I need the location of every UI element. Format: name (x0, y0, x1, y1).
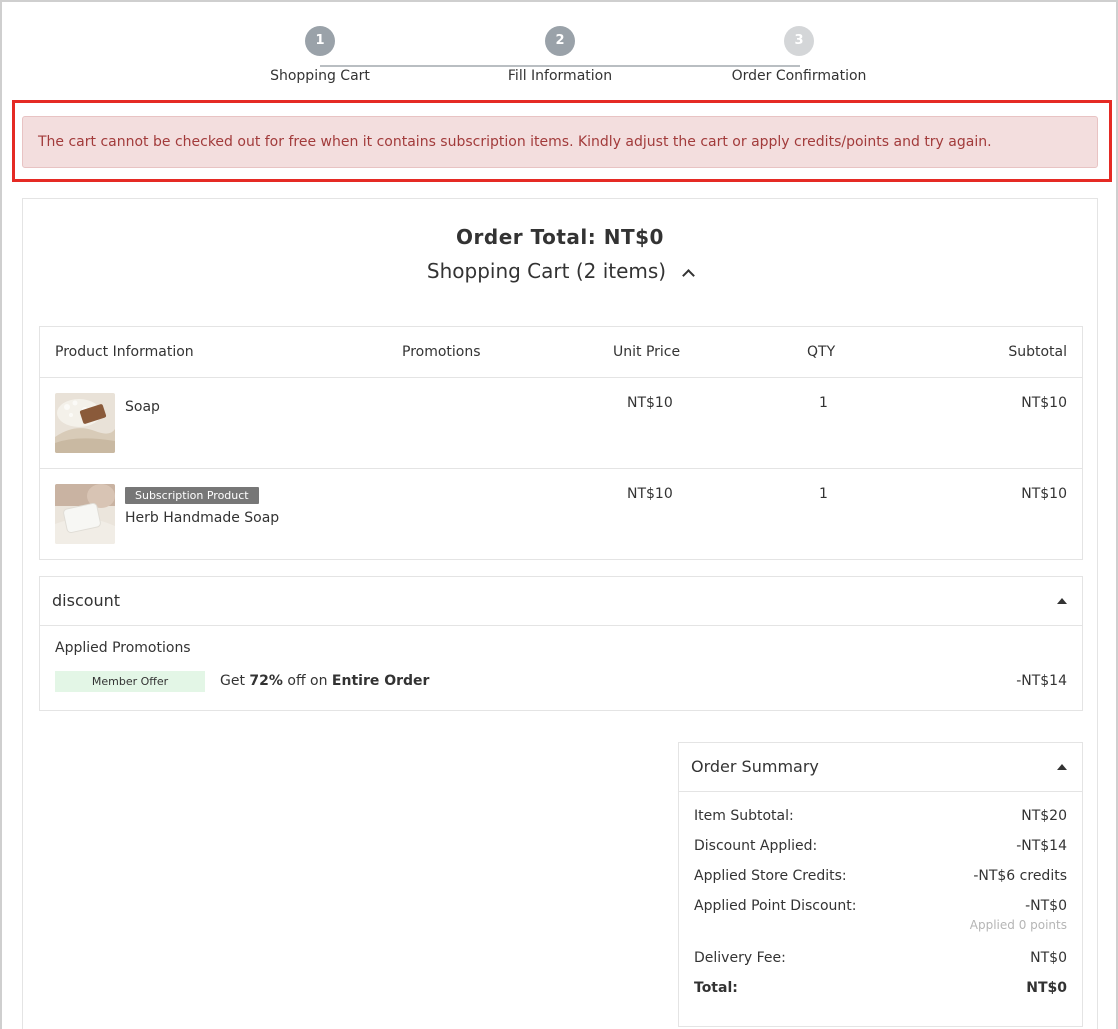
product-name[interactable]: Soap (125, 399, 160, 415)
column-header-qty: QTY (807, 344, 836, 360)
summary-row-discount: Discount Applied: -NT$14 (694, 838, 1067, 854)
summary-value: -NT$6 credits (973, 868, 1067, 884)
summary-value: -NT$14 (1016, 838, 1067, 854)
summary-row-delivery-fee: Delivery Fee: NT$0 (694, 950, 1067, 966)
table-row: Soap NT$10 1 NT$10 (40, 378, 1082, 469)
checkout-error-alert: The cart cannot be checked out for free … (22, 116, 1098, 168)
product-image-soap[interactable] (55, 393, 115, 453)
member-offer-badge: Member Offer (55, 671, 205, 692)
product-image-herb-soap[interactable] (55, 484, 115, 544)
order-summary: Order Summary Item Subtotal: NT$20 Disco… (678, 742, 1083, 1027)
summary-row-store-credits: Applied Store Credits: -NT$6 credits (694, 868, 1067, 884)
column-header-product: Product Information (55, 344, 194, 360)
step-number: 3 (784, 26, 814, 56)
column-header-unit-price: Unit Price (613, 344, 681, 360)
applied-points-note: Applied 0 points (969, 918, 1067, 932)
promotion-text: off on (282, 673, 332, 689)
cart-title: Shopping Cart (2 items) (426, 259, 667, 283)
order-total: Order Total: NT$0 (456, 225, 664, 249)
caret-up-icon (1057, 764, 1067, 770)
page-frame: 1 Shopping Cart 2 Fill Information 3 Ord… (0, 0, 1118, 1029)
summary-value: NT$0 (1030, 950, 1067, 966)
step-order-confirmation: 3 Order Confirmation (699, 26, 899, 84)
column-header-subtotal: Subtotal (1008, 344, 1067, 360)
summary-label: Applied Point Discount: (694, 898, 857, 914)
subscription-product-tag: Subscription Product (125, 487, 259, 504)
applied-promotions-label: Applied Promotions (55, 640, 191, 656)
step-number: 1 (305, 26, 335, 56)
step-shopping-cart: 1 Shopping Cart (220, 26, 420, 84)
step-fill-information: 2 Fill Information (460, 26, 660, 84)
summary-label: Item Subtotal: (694, 808, 794, 824)
summary-value: NT$0 (1026, 980, 1067, 996)
checkout-stepper: 1 Shopping Cart 2 Fill Information 3 Ord… (2, 26, 1118, 96)
chevron-up-icon (682, 269, 695, 282)
discount-header[interactable]: discount (40, 577, 1082, 626)
summary-value: -NT$0 (1025, 898, 1067, 914)
column-header-promotions: Promotions (402, 344, 481, 360)
discount-title: discount (52, 591, 121, 610)
caret-up-icon (1057, 598, 1067, 604)
unit-price: NT$10 (627, 486, 673, 502)
promotion-text: Get (220, 673, 250, 689)
step-label: Shopping Cart (270, 68, 370, 84)
step-number: 2 (545, 26, 575, 56)
quantity: 1 (819, 486, 828, 502)
order-summary-title: Order Summary (691, 757, 819, 776)
summary-row-point-discount: Applied Point Discount: -NT$0 (694, 898, 1067, 914)
quantity: 1 (819, 395, 828, 411)
unit-price: NT$10 (627, 395, 673, 411)
promotion-amount: -NT$14 (1016, 673, 1067, 689)
promotion-description: Get 72% off on Entire Order (220, 673, 429, 689)
cart-panel: Order Total: NT$0 Shopping Cart (2 items… (22, 198, 1098, 1029)
row-subtotal: NT$10 (1021, 395, 1067, 411)
summary-label: Discount Applied: (694, 838, 818, 854)
summary-row-total: Total: NT$0 (694, 980, 1067, 996)
product-name[interactable]: Herb Handmade Soap (125, 510, 279, 526)
cart-toggle[interactable]: Shopping Cart (2 items) (23, 259, 1097, 283)
order-summary-header[interactable]: Order Summary (679, 743, 1082, 792)
row-subtotal: NT$10 (1021, 486, 1067, 502)
summary-row-item-subtotal: Item Subtotal: NT$20 (694, 808, 1067, 824)
step-label: Fill Information (507, 68, 613, 84)
discount-section: discount Applied Promotions Member Offer… (39, 576, 1083, 711)
promotion-scope: Entire Order (331, 673, 430, 689)
summary-label: Total: (694, 980, 738, 996)
step-label: Order Confirmation (731, 68, 867, 84)
summary-value: NT$20 (1021, 808, 1067, 824)
summary-label: Applied Store Credits: (694, 868, 847, 884)
promotion-percent: 72% (249, 673, 283, 689)
table-row: Subscription Product Herb Handmade Soap … (40, 469, 1082, 560)
cart-table: Product Information Promotions Unit Pric… (39, 326, 1083, 560)
summary-label: Delivery Fee: (694, 950, 786, 966)
table-header: Product Information Promotions Unit Pric… (40, 327, 1082, 378)
